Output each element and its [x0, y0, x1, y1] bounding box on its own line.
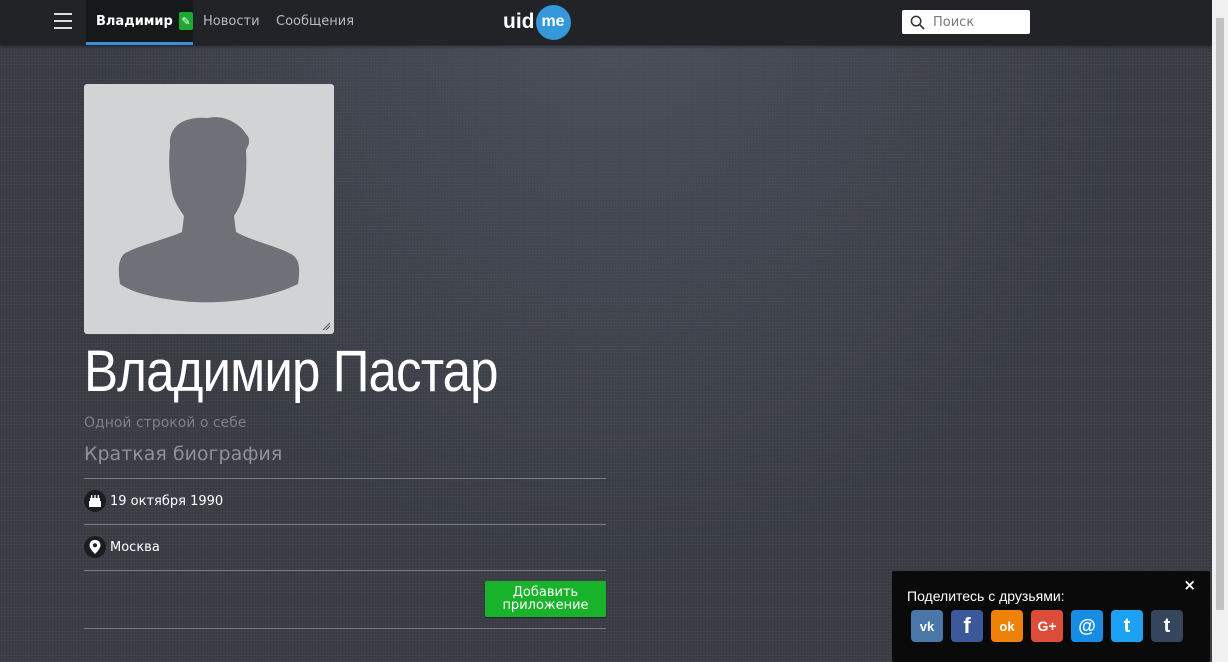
logo-uid-text: uid: [503, 10, 535, 33]
location-pin-icon: [84, 536, 106, 558]
add-app-button[interactable]: Добавить приложение: [485, 581, 606, 617]
search-box[interactable]: [902, 10, 1030, 34]
city-text: Москва: [110, 539, 160, 555]
moimir-icon[interactable]: @: [1071, 610, 1103, 642]
share-icons: vk f ok G+ @ t t: [911, 610, 1191, 642]
profile-bio[interactable]: Краткая биография: [84, 443, 282, 465]
resize-handle-icon[interactable]: [322, 322, 330, 330]
divider: [84, 478, 606, 479]
birthday-text: 19 октября 1990: [110, 493, 224, 509]
page-scrollbar[interactable]: [1212, 0, 1228, 662]
nav-user-tab[interactable]: Владимир ✎: [86, 0, 193, 45]
share-title: Поделитесь с друзьями:: [907, 588, 1065, 604]
facebook-icon[interactable]: f: [951, 610, 983, 642]
nav-news-link[interactable]: Новости: [203, 14, 260, 29]
cake-icon: [84, 490, 106, 512]
menu-icon[interactable]: [54, 13, 72, 29]
pencil-icon[interactable]: ✎: [178, 12, 193, 30]
close-icon[interactable]: ×: [1183, 576, 1196, 594]
divider: [84, 524, 606, 525]
twitter-icon[interactable]: t: [1111, 610, 1143, 642]
nav-messages-link[interactable]: Сообщения: [276, 14, 354, 29]
divider: [84, 570, 606, 571]
add-app-label-line2: приложение: [502, 598, 589, 613]
google-plus-icon[interactable]: G+: [1031, 610, 1063, 642]
birthday-row: 19 октября 1990: [84, 489, 606, 513]
vk-icon[interactable]: vk: [911, 610, 943, 642]
profile-avatar[interactable]: [84, 84, 334, 334]
avatar-silhouette-icon: [118, 117, 300, 303]
city-row: Москва: [84, 535, 606, 559]
search-input[interactable]: [931, 13, 1025, 31]
uidme-logo[interactable]: uid me: [503, 4, 571, 40]
divider: [84, 628, 606, 629]
search-icon: [910, 15, 925, 30]
profile-tagline[interactable]: Одной строкой о себе: [84, 415, 246, 431]
profile-name: Владимир Пастар: [84, 339, 499, 404]
scrollbar-thumb[interactable]: [1216, 18, 1224, 610]
logo-me-badge: me: [535, 4, 571, 40]
nav-user-name: Владимир: [96, 13, 173, 29]
share-popup: Поделитесь с друзьями: × vk f ok G+ @ t …: [892, 571, 1210, 662]
odnoklassniki-icon[interactable]: ok: [991, 610, 1023, 642]
tumblr-icon[interactable]: t: [1151, 610, 1183, 642]
top-navbar: Владимир ✎ Новости Сообщения uid me: [0, 0, 1212, 45]
